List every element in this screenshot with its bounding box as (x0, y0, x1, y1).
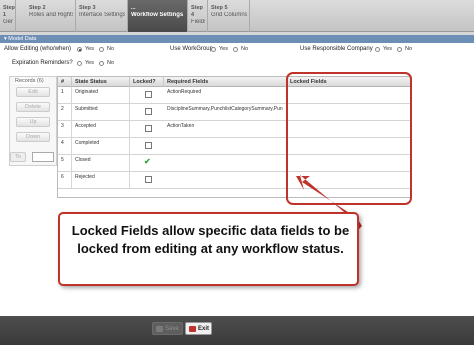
callout-text: Locked Fields allow specific data fields… (71, 223, 350, 256)
up-button[interactable]: Up (16, 117, 50, 127)
move-to-button[interactable]: To (10, 152, 26, 162)
tab-step: Step 5 (211, 5, 228, 11)
locked-checkbox[interactable] (145, 142, 152, 149)
tab-step: Step 3 (79, 5, 96, 11)
tab-interface-settings[interactable]: Step 3 Interface Settings (76, 0, 128, 32)
use-workgroup-no-label: No (241, 46, 249, 52)
use-responsible-company-no-label: No (405, 46, 413, 52)
tab-step: Step 4 (191, 5, 203, 18)
tab-label: Interface Settings (79, 12, 125, 18)
row-state: Completed (72, 138, 130, 155)
row-state: Closed (72, 155, 130, 172)
row-state: Accepted (72, 121, 130, 138)
tab-label: Workflow Settings (131, 12, 184, 18)
use-workgroup-no-radio[interactable] (233, 47, 238, 52)
exit-button[interactable]: Exit (185, 322, 212, 335)
allow-editing-yes-radio[interactable] (77, 47, 82, 52)
exit-label: Exit (198, 326, 210, 332)
bottom-toolbar: Save Exit (0, 316, 474, 345)
row-required-fields[interactable]: ActionRequired (164, 87, 287, 104)
use-workgroup-yes-radio[interactable] (211, 47, 216, 52)
use-responsible-company-yes-label: Yes (383, 46, 392, 52)
move-to-input[interactable] (32, 152, 54, 162)
save-icon (156, 326, 163, 332)
row-num: 5 (58, 155, 72, 172)
records-title: Records (6) (14, 78, 45, 84)
row-state: Submitted (72, 104, 130, 121)
row-required-fields[interactable] (164, 172, 287, 189)
locked-checkbox[interactable] (145, 91, 152, 98)
allow-editing-yes-label: Yes (85, 46, 94, 52)
locked-checkbox[interactable] (145, 125, 152, 132)
row-num: 3 (58, 121, 72, 138)
save-label: Save (165, 326, 179, 332)
annotation-callout: Locked Fields allow specific data fields… (58, 212, 359, 286)
row-state: Originated (72, 87, 130, 104)
expiration-reminders-label: Expiration Reminders? (12, 60, 73, 66)
tab-label: General (3, 19, 13, 25)
tab-general[interactable]: Step 1 General (0, 0, 16, 32)
tab-grid-columns[interactable]: Step 5 Grid Columns (208, 0, 250, 32)
row-num: 1 (58, 87, 72, 104)
save-button[interactable]: Save (152, 322, 183, 335)
tab-label: Grid Columns (211, 12, 247, 18)
header-state-status[interactable]: State Status (72, 77, 130, 87)
step-tab-bar: Step 1 General Step 2 Roles and Rights S… (0, 0, 474, 32)
use-responsible-company-label: Use Responsible Company (300, 46, 373, 52)
use-workgroup-label: Use WorkGroup (170, 46, 213, 52)
tab-step: Step 1 (3, 5, 15, 18)
tab-step: ... (131, 5, 136, 11)
header-locked[interactable]: Locked? (130, 77, 164, 87)
section-title: Model Data (8, 36, 37, 42)
tab-label: Roles and Rights (29, 12, 73, 18)
section-header[interactable]: ▾ Model Data (0, 35, 474, 43)
use-workgroup-yes-label: Yes (219, 46, 228, 52)
exit-icon (189, 326, 196, 332)
row-required-fields[interactable]: DisciplineSummary,PunchlistCategorySumma… (164, 104, 287, 121)
locked-fields-highlight-box (286, 72, 412, 205)
tab-roles-and-rights[interactable]: Step 2 Roles and Rights (26, 0, 76, 32)
tab-step: Step 2 (29, 5, 46, 11)
row-required-fields[interactable] (164, 138, 287, 155)
locked-checkbox[interactable] (145, 108, 152, 115)
expiration-reminders-no-radio[interactable] (99, 61, 104, 66)
allow-editing-no-radio[interactable] (99, 47, 104, 52)
expiration-reminders-yes-label: Yes (85, 60, 94, 66)
row-required-fields[interactable] (164, 155, 287, 172)
down-button[interactable]: Down (16, 132, 50, 142)
allow-editing-label: Allow Editing (who/when) (4, 46, 72, 52)
expiration-reminders-no-label: No (107, 60, 115, 66)
tab-workflow-settings[interactable]: ... Workflow Settings (128, 0, 188, 32)
checkmark-icon[interactable]: ✔ (144, 157, 151, 167)
expiration-reminders-yes-radio[interactable] (77, 61, 82, 66)
use-responsible-company-no-radio[interactable] (397, 47, 402, 52)
tab-fields[interactable]: Step 4 Fields (188, 0, 208, 32)
row-num: 2 (58, 104, 72, 121)
locked-checkbox[interactable] (145, 176, 152, 183)
header-required-fields[interactable]: Required Fields (164, 77, 287, 87)
edit-button[interactable]: Edit (16, 87, 50, 97)
allow-editing-no-label: No (107, 46, 115, 52)
use-responsible-company-yes-radio[interactable] (375, 47, 380, 52)
tab-label: Fields (191, 19, 205, 25)
delete-button[interactable]: Delete (16, 102, 50, 112)
header-num[interactable]: # (58, 77, 72, 87)
row-state: Rejected (72, 172, 130, 189)
row-num: 4 (58, 138, 72, 155)
row-required-fields[interactable]: ActionTaken (164, 121, 287, 138)
row-num: 6 (58, 172, 72, 189)
